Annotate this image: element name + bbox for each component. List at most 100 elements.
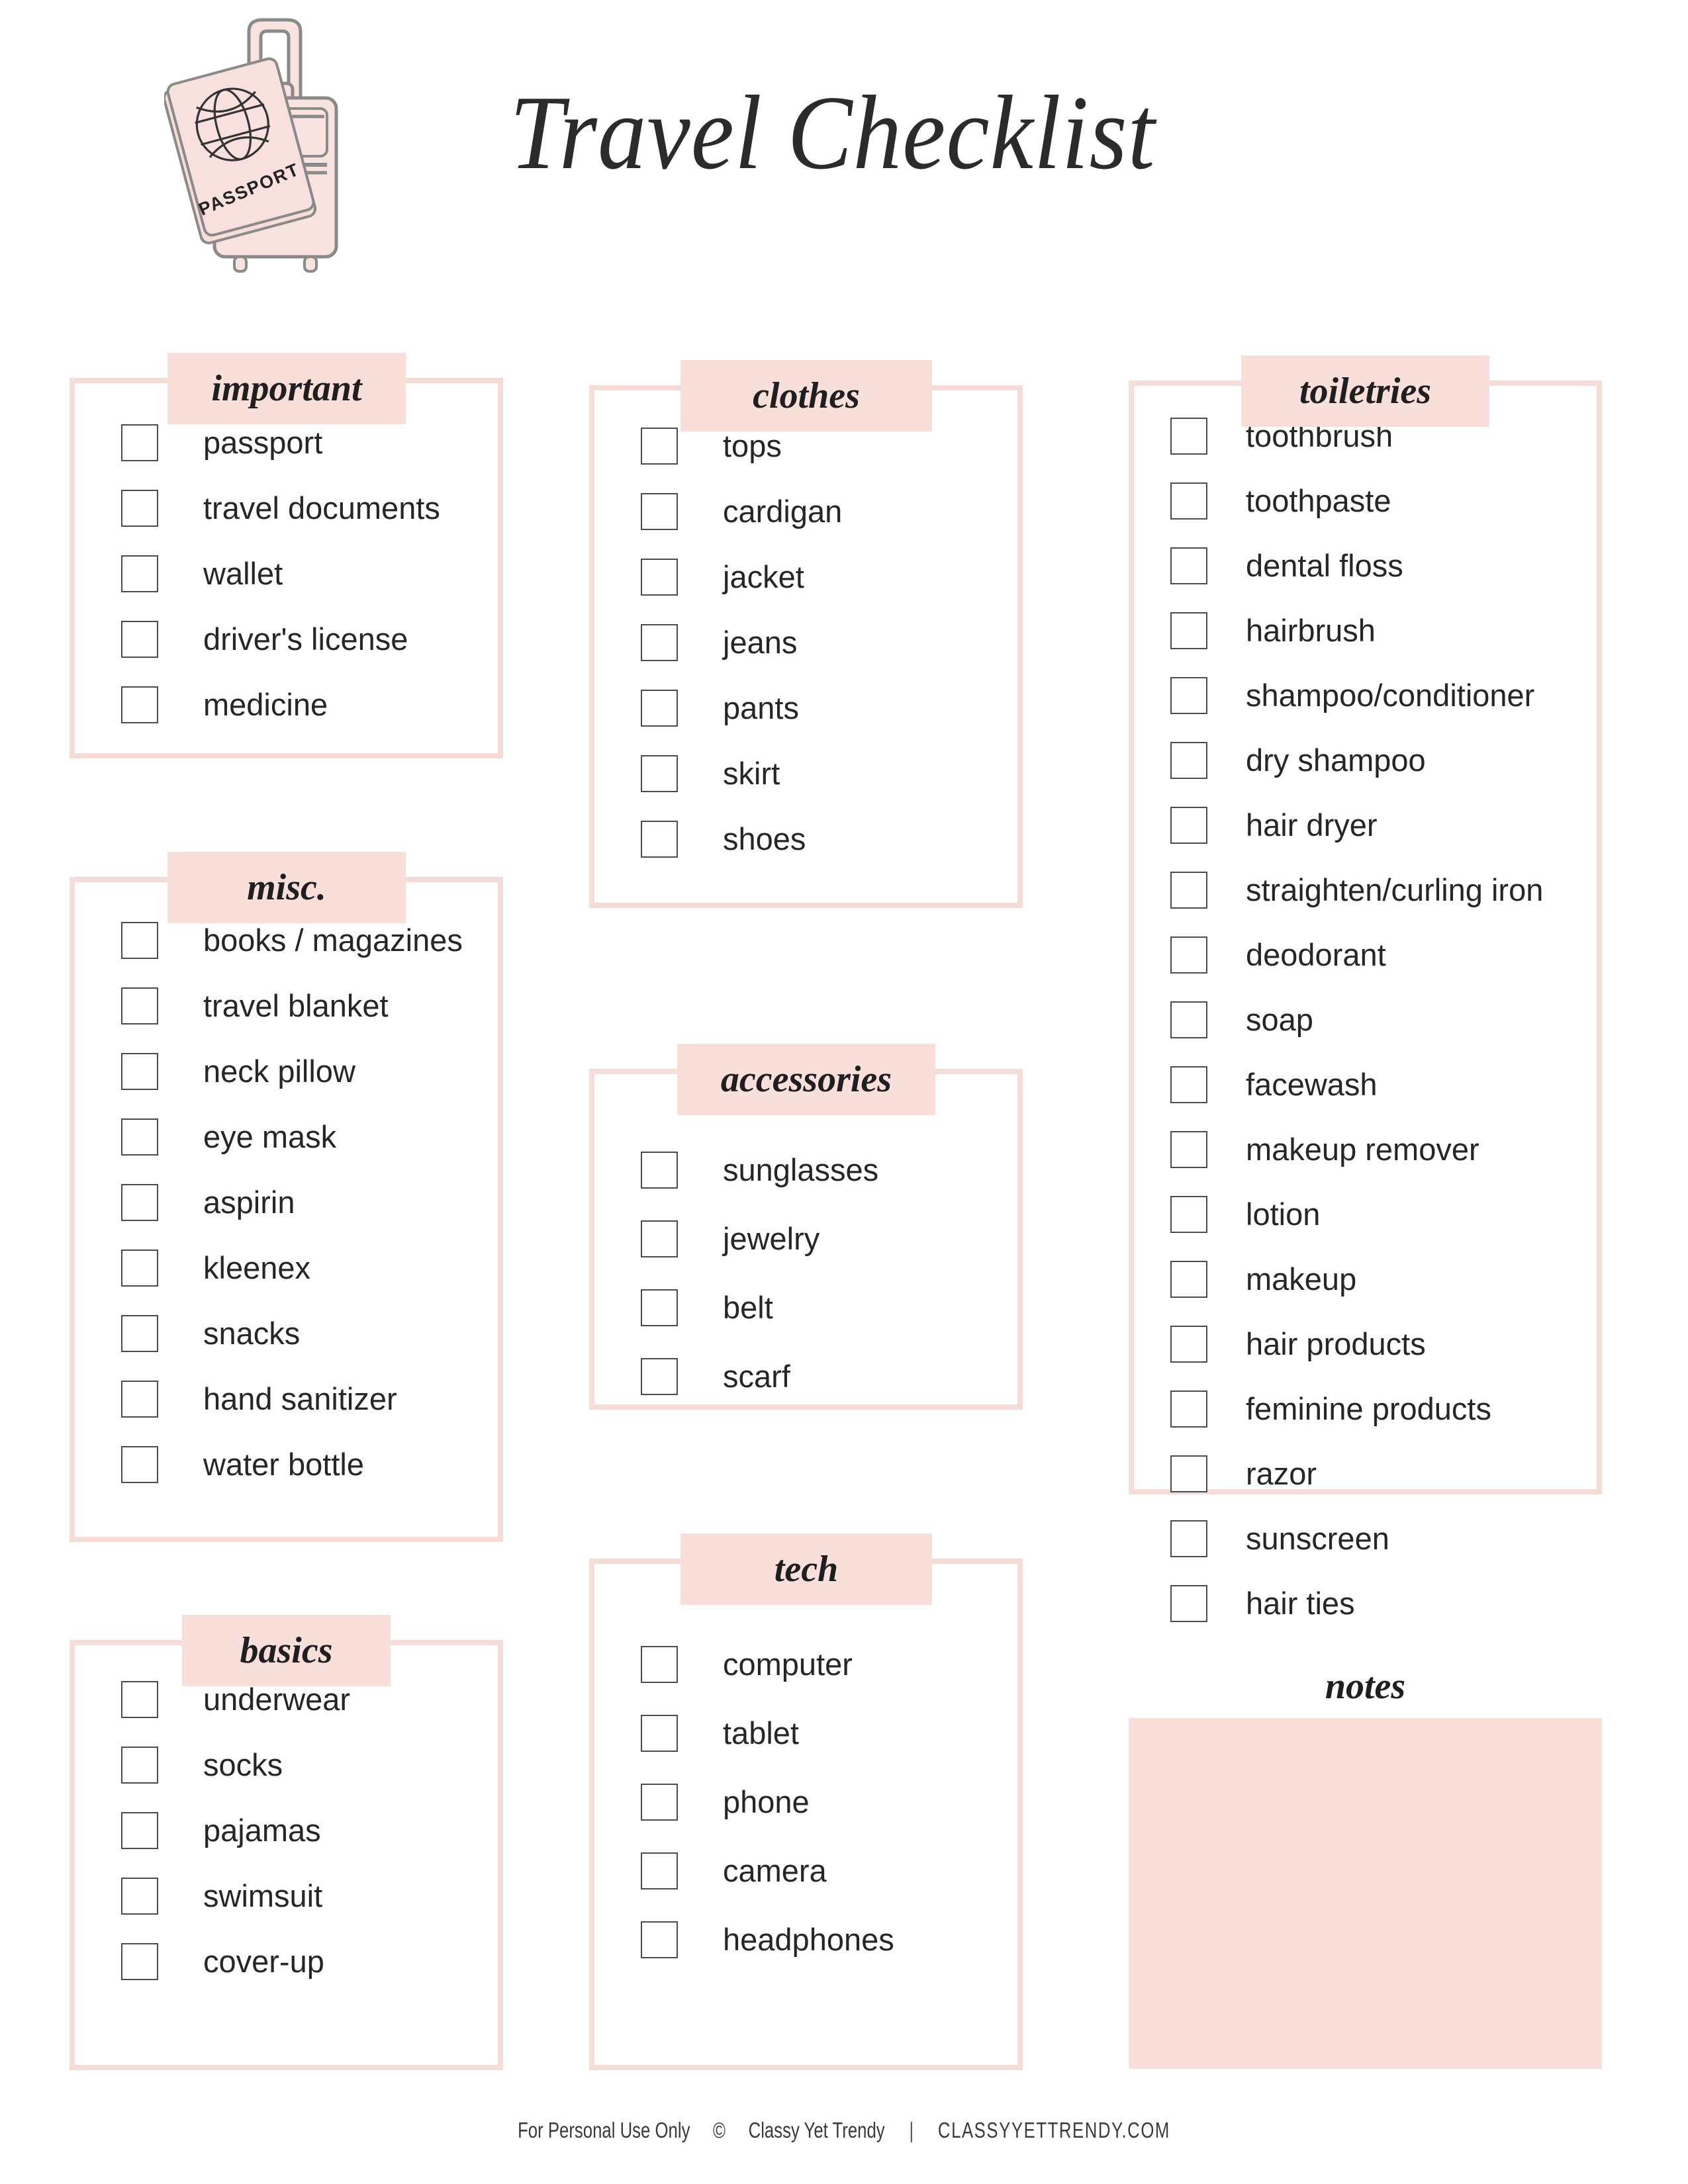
checklist-item[interactable]: cardigan [641, 493, 842, 530]
checklist-item[interactable]: straighten/curling iron [1170, 872, 1543, 909]
checkbox-icon[interactable] [121, 686, 158, 723]
checkbox-icon[interactable] [1170, 1131, 1207, 1168]
checkbox-icon[interactable] [641, 1852, 678, 1889]
checkbox-icon[interactable] [641, 559, 678, 596]
checklist-item[interactable]: makeup [1170, 1261, 1356, 1298]
checkbox-icon[interactable] [1170, 482, 1207, 520]
checkbox-icon[interactable] [641, 1220, 678, 1257]
footer-domain[interactable]: CLASSYYETTRENDY.COM [938, 2118, 1170, 2143]
checklist-item[interactable]: shampoo/conditioner [1170, 677, 1534, 714]
checkbox-icon[interactable] [641, 690, 678, 727]
checklist-item[interactable]: camera [641, 1852, 827, 1889]
checklist-item[interactable]: aspirin [121, 1184, 295, 1221]
checklist-item[interactable]: travel documents [121, 490, 440, 527]
checkbox-icon[interactable] [1170, 1520, 1207, 1557]
checkbox-icon[interactable] [121, 555, 158, 592]
checklist-item[interactable]: razor [1170, 1455, 1317, 1492]
checkbox-icon[interactable] [121, 1250, 158, 1287]
checklist-item[interactable]: phone [641, 1784, 810, 1821]
checkbox-icon[interactable] [121, 1812, 158, 1849]
checkbox-icon[interactable] [641, 1289, 678, 1326]
checkbox-icon[interactable] [121, 922, 158, 959]
checkbox-icon[interactable] [1170, 936, 1207, 974]
checklist-item[interactable]: swimsuit [121, 1878, 322, 1915]
checklist-item[interactable]: water bottle [121, 1446, 364, 1483]
checklist-item[interactable]: headphones [641, 1921, 894, 1958]
checkbox-icon[interactable] [121, 987, 158, 1024]
checklist-item[interactable]: lotion [1170, 1196, 1320, 1233]
checkbox-icon[interactable] [1170, 612, 1207, 649]
checkbox-icon[interactable] [121, 1381, 158, 1418]
checkbox-icon[interactable] [1170, 1390, 1207, 1428]
checkbox-icon[interactable] [121, 1446, 158, 1483]
checklist-item[interactable]: sunglasses [641, 1152, 878, 1189]
checkbox-icon[interactable] [121, 1315, 158, 1352]
checklist-item[interactable]: medicine [121, 686, 328, 723]
checkbox-icon[interactable] [1170, 1261, 1207, 1298]
notes-area[interactable] [1129, 1718, 1602, 2069]
checkbox-icon[interactable] [1170, 872, 1207, 909]
checklist-item[interactable]: shoes [641, 821, 806, 858]
checklist-item[interactable]: travel blanket [121, 987, 389, 1024]
checkbox-icon[interactable] [641, 624, 678, 661]
checkbox-icon[interactable] [121, 1878, 158, 1915]
checkbox-icon[interactable] [121, 1681, 158, 1718]
checkbox-icon[interactable] [1170, 742, 1207, 779]
checklist-item[interactable]: tops [641, 428, 782, 465]
checkbox-icon[interactable] [1170, 1066, 1207, 1103]
checkbox-icon[interactable] [1170, 677, 1207, 714]
checkbox-icon[interactable] [641, 1646, 678, 1683]
checklist-item[interactable]: sunscreen [1170, 1520, 1389, 1557]
checkbox-icon[interactable] [121, 490, 158, 527]
checkbox-icon[interactable] [641, 1358, 678, 1395]
checklist-item[interactable]: passport [121, 424, 322, 461]
checklist-item[interactable]: eye mask [121, 1118, 336, 1156]
checklist-item[interactable]: toothpaste [1170, 482, 1391, 520]
checklist-item[interactable]: hair ties [1170, 1585, 1355, 1622]
checklist-item[interactable]: books / magazines [121, 922, 463, 959]
checkbox-icon[interactable] [121, 1053, 158, 1090]
checklist-item[interactable]: cover-up [121, 1943, 324, 1980]
checkbox-icon[interactable] [1170, 1196, 1207, 1233]
checkbox-icon[interactable] [1170, 418, 1207, 455]
checklist-item[interactable]: dental floss [1170, 547, 1403, 584]
checklist-item[interactable]: jeans [641, 624, 797, 661]
checklist-item[interactable]: dry shampoo [1170, 742, 1426, 779]
checkbox-icon[interactable] [641, 1715, 678, 1752]
checklist-item[interactable]: jewelry [641, 1220, 820, 1257]
checklist-item[interactable]: pajamas [121, 1812, 321, 1849]
checklist-item[interactable]: underwear [121, 1681, 350, 1718]
checkbox-icon[interactable] [641, 755, 678, 792]
checklist-item[interactable]: pants [641, 690, 799, 727]
checklist-item[interactable]: hand sanitizer [121, 1381, 397, 1418]
checkbox-icon[interactable] [121, 1118, 158, 1156]
checklist-item[interactable]: neck pillow [121, 1053, 355, 1090]
checklist-item[interactable]: soap [1170, 1001, 1313, 1038]
checklist-item[interactable]: hairbrush [1170, 612, 1376, 649]
checkbox-icon[interactable] [1170, 807, 1207, 844]
checklist-item[interactable]: facewash [1170, 1066, 1378, 1103]
checkbox-icon[interactable] [121, 1747, 158, 1784]
checkbox-icon[interactable] [121, 1943, 158, 1980]
checkbox-icon[interactable] [121, 1184, 158, 1221]
checkbox-icon[interactable] [1170, 1001, 1207, 1038]
checkbox-icon[interactable] [1170, 1326, 1207, 1363]
checkbox-icon[interactable] [641, 1921, 678, 1958]
checklist-item[interactable]: makeup remover [1170, 1131, 1479, 1168]
checklist-item[interactable]: deodorant [1170, 936, 1386, 974]
checklist-item[interactable]: socks [121, 1747, 283, 1784]
checklist-item[interactable]: feminine products [1170, 1390, 1491, 1428]
checkbox-icon[interactable] [641, 1152, 678, 1189]
checkbox-icon[interactable] [641, 493, 678, 530]
checklist-item[interactable]: kleenex [121, 1250, 310, 1287]
checklist-item[interactable]: snacks [121, 1315, 300, 1352]
checklist-item[interactable]: jacket [641, 559, 804, 596]
checkbox-icon[interactable] [1170, 547, 1207, 584]
checkbox-icon[interactable] [641, 821, 678, 858]
checklist-item[interactable]: tablet [641, 1715, 799, 1752]
checkbox-icon[interactable] [121, 424, 158, 461]
checklist-item[interactable]: skirt [641, 755, 780, 792]
checklist-item[interactable]: hair dryer [1170, 807, 1378, 844]
checkbox-icon[interactable] [1170, 1585, 1207, 1622]
checklist-item[interactable]: driver's license [121, 621, 408, 658]
